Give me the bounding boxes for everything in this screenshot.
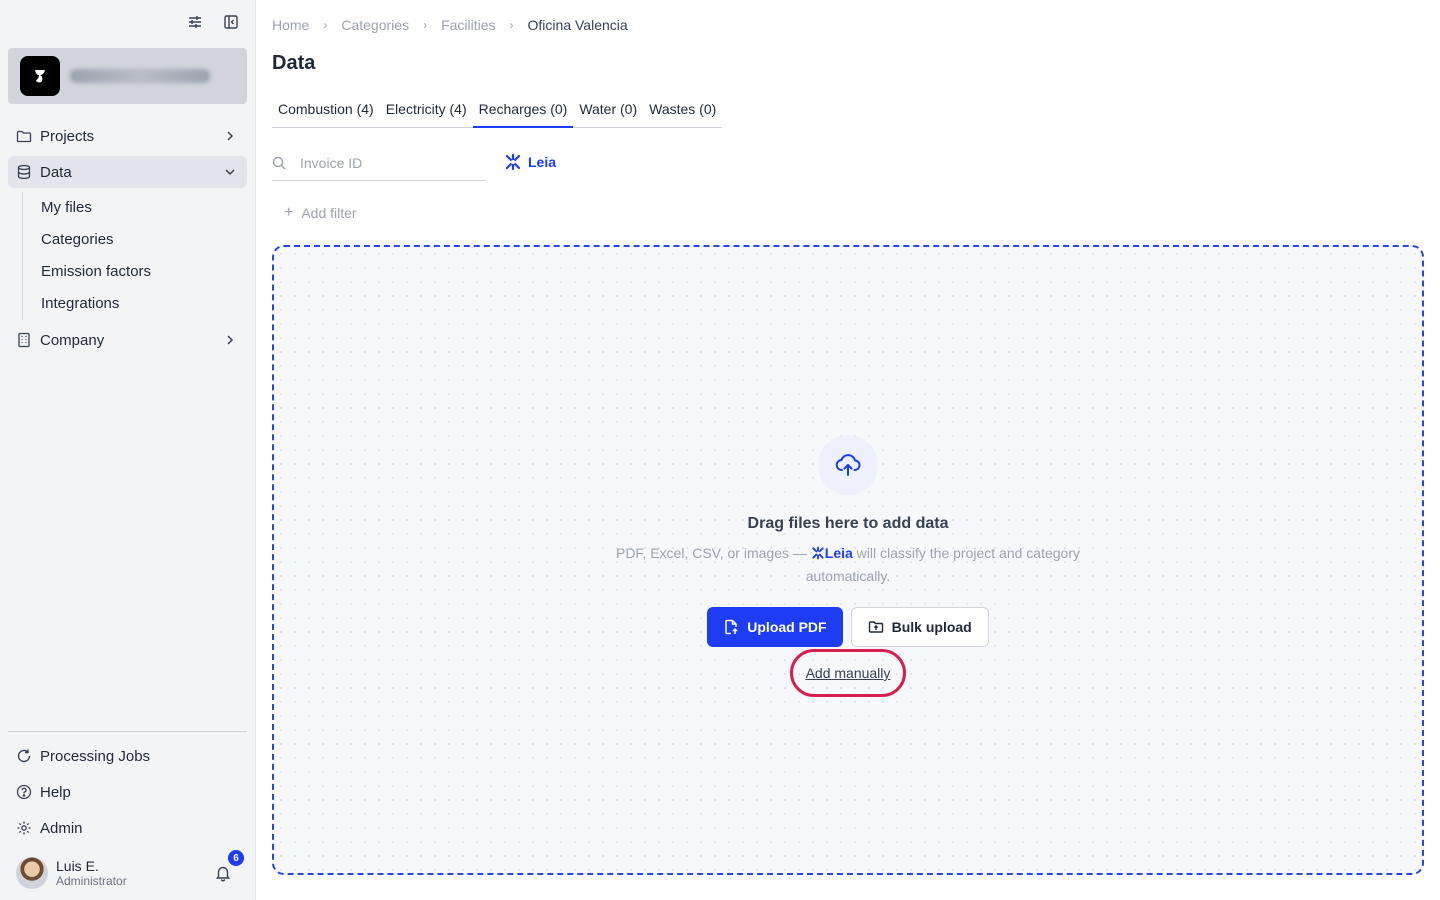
folder-upload-icon: [868, 621, 883, 633]
page-title: Data: [272, 52, 316, 74]
primary-nav: Projects Data My files Categories Emissi…: [8, 120, 247, 360]
chevron-right-icon: ›: [423, 18, 428, 32]
organization-logo: [20, 56, 60, 96]
dropzone-leia: Leia: [824, 545, 853, 561]
tab-water[interactable]: Water (0): [573, 92, 643, 127]
subnav-item-integrations[interactable]: Integrations: [41, 288, 247, 320]
file-upload-icon: [725, 619, 738, 635]
user-info: Luis E. Administrator: [56, 858, 214, 888]
nav-item-projects[interactable]: Projects: [8, 120, 247, 152]
breadcrumb-facilities[interactable]: Facilities: [441, 17, 495, 33]
sidebar: Projects Data My files Categories Emissi…: [0, 0, 256, 900]
subnav-item-categories[interactable]: Categories: [41, 224, 247, 256]
bulk-upload-label: Bulk upload: [891, 619, 972, 635]
building-icon: [16, 332, 32, 348]
add-manually-highlight: Add manually: [790, 649, 906, 697]
nav-item-help[interactable]: Help: [8, 776, 247, 808]
refresh-icon: [16, 748, 32, 764]
invoice-search: [272, 146, 486, 181]
help-icon: [16, 784, 32, 800]
secondary-nav: Processing Jobs Help Admin: [8, 740, 247, 848]
dropzone-subtitle: PDF, Excel, CSV, or images — Leia will c…: [590, 542, 1106, 588]
breadcrumb-current: Oficina Valencia: [527, 17, 628, 33]
subnav-item-my-files[interactable]: My files: [41, 192, 247, 224]
leia-label: Leia: [528, 154, 557, 170]
breadcrumb-categories[interactable]: Categories: [341, 17, 409, 33]
search-input[interactable]: [300, 155, 470, 171]
tab-wastes[interactable]: Wastes (0): [643, 92, 722, 127]
user-profile[interactable]: Luis E. Administrator 6: [16, 850, 246, 890]
chevron-down-icon: [223, 165, 237, 179]
collapse-sidebar-icon[interactable]: [223, 14, 239, 30]
plus-icon: +: [284, 204, 294, 221]
user-name: Luis E.: [56, 858, 99, 874]
chevron-right-icon: [223, 129, 237, 143]
nav-item-label: Help: [40, 783, 71, 801]
add-filter-button[interactable]: + Add filter: [284, 204, 357, 222]
chevron-right-icon: [223, 333, 237, 347]
leia-sparkle-icon: [505, 153, 521, 171]
nav-item-label: Projects: [40, 127, 95, 145]
organization-switcher[interactable]: [8, 48, 247, 104]
subnav-item-emission-factors[interactable]: Emission factors: [41, 256, 247, 288]
upload-cloud-icon: [835, 454, 861, 476]
folder-icon: [16, 128, 32, 144]
upload-cloud-icon-wrap: [818, 435, 878, 495]
dropzone-actions: Upload PDF Bulk upload: [274, 607, 1422, 647]
file-dropzone[interactable]: Drag files here to add data PDF, Excel, …: [272, 245, 1424, 875]
sliders-icon[interactable]: [187, 14, 203, 30]
leia-sparkle-icon: [812, 546, 824, 560]
nav-item-label: Admin: [40, 819, 83, 837]
database-icon: [16, 164, 32, 180]
nav-item-company[interactable]: Company: [8, 324, 247, 356]
search-icon: [272, 156, 286, 170]
breadcrumb-home[interactable]: Home: [272, 17, 309, 33]
nav-item-processing-jobs[interactable]: Processing Jobs: [8, 740, 247, 772]
nav-item-admin[interactable]: Admin: [8, 812, 247, 844]
nav-item-data[interactable]: Data: [8, 156, 247, 188]
notifications-button[interactable]: 6: [214, 850, 244, 882]
notification-count-badge: 6: [228, 850, 244, 866]
avatar: [16, 857, 48, 889]
tab-electricity[interactable]: Electricity (4): [380, 92, 473, 127]
organization-name-blurred: [70, 69, 210, 83]
add-manually-link[interactable]: Add manually: [806, 665, 891, 681]
bell-icon: [215, 866, 231, 882]
nav-item-label: Company: [40, 331, 105, 349]
tab-recharges[interactable]: Recharges (0): [472, 92, 574, 128]
nav-item-label: Processing Jobs: [40, 747, 151, 765]
sidebar-top-icons: [187, 14, 239, 30]
user-role: Administrator: [56, 874, 127, 888]
data-subnav: My files Categories Emission factors Int…: [22, 192, 247, 320]
chevron-right-icon: ›: [323, 18, 328, 32]
chevron-right-icon: ›: [509, 18, 514, 32]
breadcrumb: Home › Categories › Facilities › Oficina…: [272, 17, 628, 33]
upload-pdf-label: Upload PDF: [747, 619, 827, 635]
dropzone-title: Drag files here to add data: [747, 515, 949, 532]
category-tabs: Combustion (4) Electricity (4) Recharges…: [272, 92, 723, 128]
upload-pdf-button[interactable]: Upload PDF: [707, 607, 843, 647]
tab-combustion[interactable]: Combustion (4): [272, 92, 380, 127]
gear-icon: [16, 820, 32, 836]
dropzone-subtitle-prefix: PDF, Excel, CSV, or images —: [615, 545, 807, 561]
main-content: Home › Categories › Facilities › Oficina…: [256, 0, 1440, 900]
bulk-upload-button[interactable]: Bulk upload: [850, 607, 989, 647]
nav-item-label: Data: [40, 163, 72, 181]
add-filter-label: Add filter: [301, 205, 357, 221]
leia-button[interactable]: Leia: [504, 153, 556, 171]
sidebar-divider: [8, 731, 247, 732]
